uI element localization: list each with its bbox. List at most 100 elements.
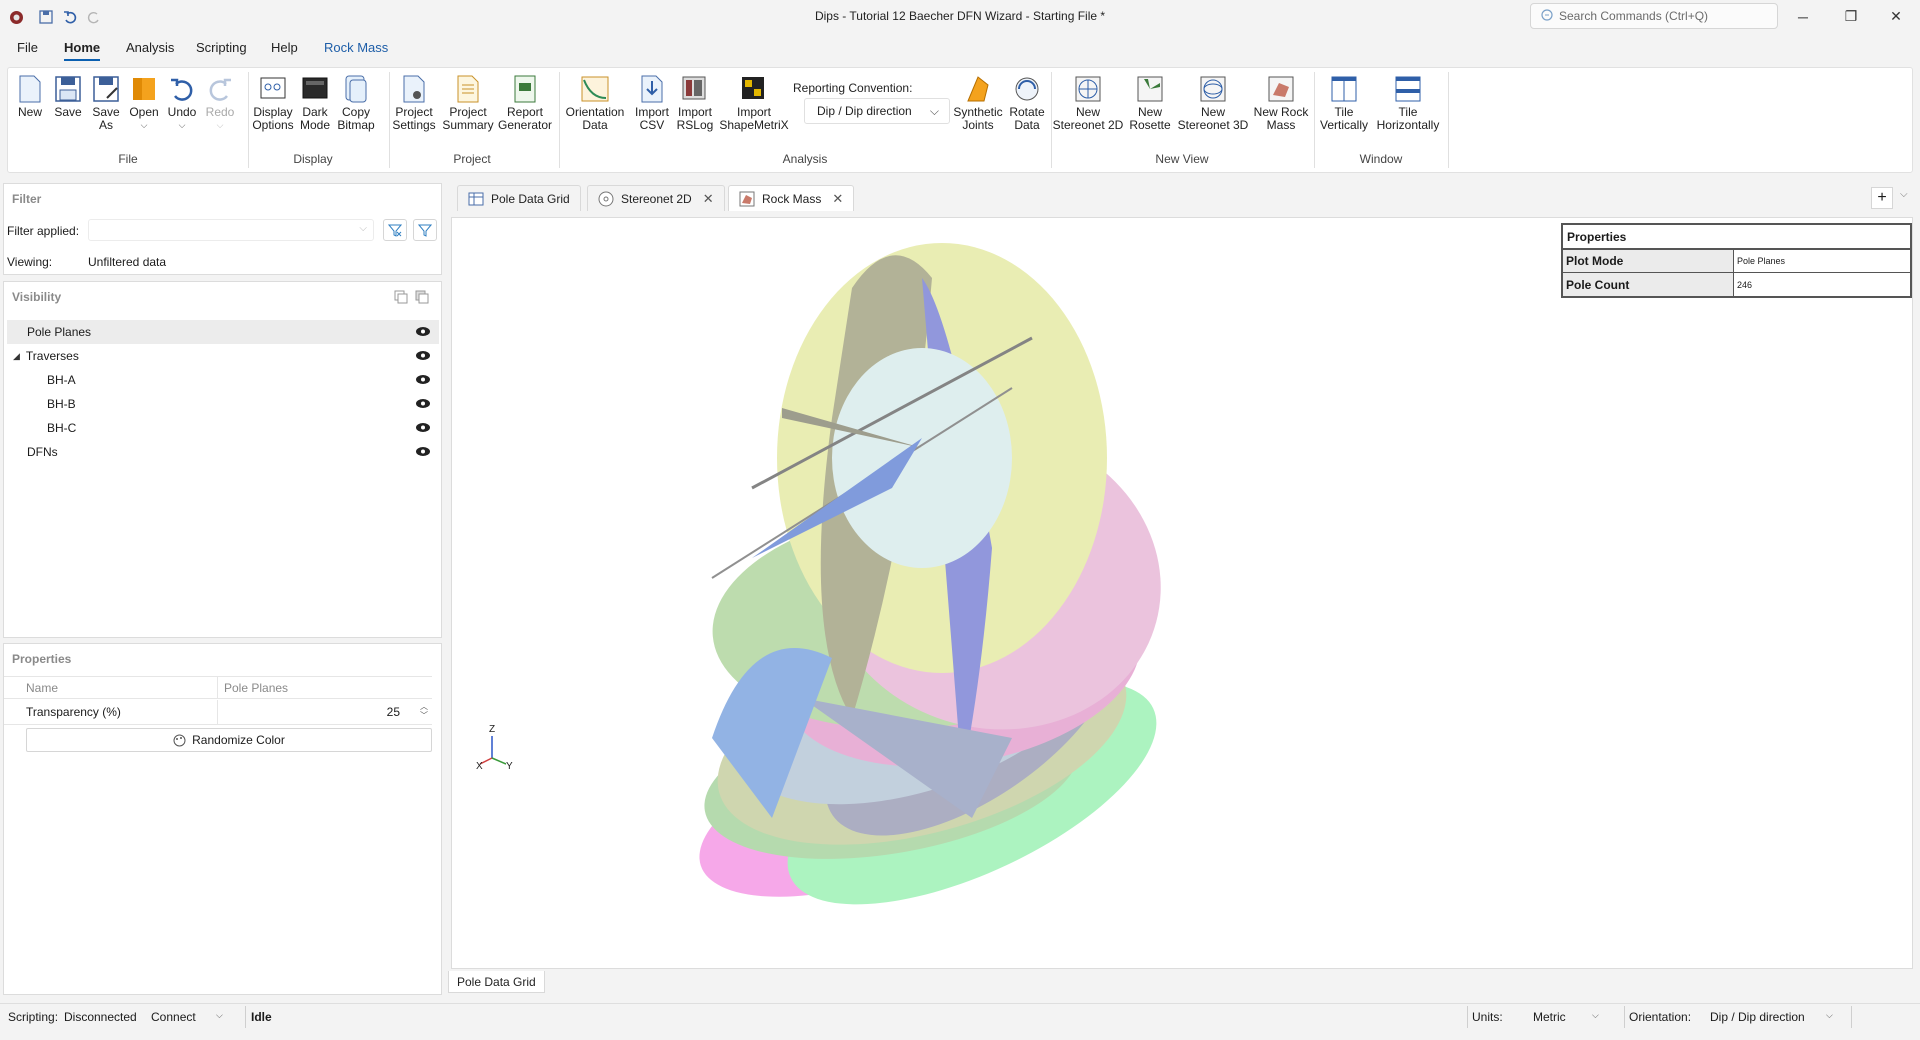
tree-expand-icon[interactable]: ◢ <box>13 351 20 362</box>
filter-clear-icon <box>388 224 402 237</box>
chevron-down-icon[interactable]: ⌵ <box>1900 189 1908 200</box>
restore-button[interactable]: ❐ <box>1828 0 1874 33</box>
reporting-convention-select[interactable]: Dip / Dip direction ⌵ <box>804 98 950 124</box>
menu-rock-mass[interactable]: Rock Mass <box>324 40 388 55</box>
randomize-color-button[interactable]: Randomize Color <box>26 728 432 752</box>
expand-all-icon[interactable] <box>394 290 408 304</box>
transparency-stepper[interactable]: 25 <box>218 700 432 724</box>
close-window-button[interactable]: ✕ <box>1873 0 1919 33</box>
import-csv-label: Import CSV <box>634 105 669 132</box>
new-button[interactable]: New <box>14 74 46 119</box>
tab-label: Stereonet 2D <box>621 191 692 206</box>
eye-icon[interactable] <box>415 326 431 337</box>
report-generator-button[interactable]: Report Generator <box>498 74 552 132</box>
new-stereonet-2d-button[interactable]: New Stereonet 2D <box>1053 74 1123 132</box>
open-button[interactable]: Open ⌵ <box>129 74 159 132</box>
close-tab-icon[interactable]: ✕ <box>832 191 843 207</box>
visibility-item-bh-c[interactable]: BH-C <box>7 416 439 440</box>
chevron-down-icon[interactable]: ⌵ <box>1826 1010 1833 1021</box>
rock-mass-3d-render <box>699 243 1161 905</box>
minimize-button[interactable]: ─ <box>1780 0 1826 33</box>
connect-button[interactable]: Connect <box>151 1010 196 1024</box>
bottom-tab-pole-data-grid[interactable]: Pole Data Grid <box>448 971 545 993</box>
save-as-label: Save As <box>92 105 120 132</box>
ribbon: New Save Save As Open ⌵ Undo ⌵ Redo ⌵ Fi… <box>7 67 1913 173</box>
visibility-item-bh-b[interactable]: BH-B <box>7 392 439 416</box>
display-options-button[interactable]: Display Options <box>252 74 294 132</box>
tree-item-label: BH-B <box>47 397 76 411</box>
eye-icon[interactable] <box>415 446 431 457</box>
tab-stereonet-2d[interactable]: Stereonet 2D ✕ <box>587 185 725 211</box>
rosette-icon <box>1135 74 1165 104</box>
orientation-data-button[interactable]: Orientation Data <box>563 74 627 132</box>
orientation-select[interactable]: Dip / Dip direction <box>1710 1010 1805 1024</box>
axis-label-z: Z <box>489 724 496 735</box>
eye-icon[interactable] <box>415 422 431 433</box>
dark-mode-icon <box>300 74 330 104</box>
menu-home[interactable]: Home <box>64 40 101 61</box>
eye-icon[interactable] <box>415 350 431 361</box>
tab-pole-data-grid[interactable]: Pole Data Grid <box>457 185 581 211</box>
add-tab-button[interactable]: + <box>1871 187 1893 209</box>
project-summary-button[interactable]: Project Summary <box>442 74 494 132</box>
close-tab-icon[interactable]: ✕ <box>703 191 714 207</box>
plot-mode-label: Plot Mode <box>1563 250 1734 272</box>
project-settings-button[interactable]: Project Settings <box>392 74 436 132</box>
transparency-label: Transparency (%) <box>4 700 218 724</box>
group-label-file: File <box>118 152 138 166</box>
collapse-all-icon[interactable] <box>415 290 429 304</box>
command-search-input[interactable]: Search Commands (Ctrl+Q) <box>1530 3 1778 29</box>
visibility-panel: Visibility Pole Planes ◢ Traverses BH-A … <box>3 281 442 638</box>
eye-icon[interactable] <box>415 398 431 409</box>
visibility-item-traverses[interactable]: ◢ Traverses <box>7 344 439 368</box>
rotate-data-button[interactable]: Rotate Data <box>1007 74 1047 132</box>
synthetic-joints-label: Synthetic Joints <box>953 105 1003 132</box>
visibility-item-bh-a[interactable]: BH-A <box>7 368 439 392</box>
edit-filter-button[interactable] <box>413 219 437 241</box>
save-label: Save <box>54 105 82 119</box>
new-rock-mass-button[interactable]: New Rock Mass <box>1253 74 1309 132</box>
redo-icon <box>205 74 235 104</box>
chevron-down-icon[interactable]: ⌵ <box>216 1010 223 1021</box>
clear-filter-button[interactable] <box>383 219 407 241</box>
visibility-item-dfns[interactable]: DFNs <box>7 440 439 464</box>
menu-scripting[interactable]: Scripting <box>196 40 247 55</box>
rock-mass-icon <box>1266 74 1296 104</box>
tile-vertically-label: Tile Vertically <box>1319 105 1369 132</box>
undo-button[interactable]: Undo ⌵ <box>167 74 197 132</box>
tile-horizontally-button[interactable]: Tile Horizontally <box>1374 74 1442 132</box>
redo-button[interactable]: Redo ⌵ <box>205 74 235 132</box>
tile-vertically-icon <box>1329 74 1359 104</box>
units-select[interactable]: Metric <box>1533 1010 1566 1024</box>
eye-icon[interactable] <box>415 374 431 385</box>
menu-analysis[interactable]: Analysis <box>126 40 174 55</box>
tile-horizontally-icon <box>1393 74 1423 104</box>
tree-item-label: Pole Planes <box>27 325 92 339</box>
new-rosette-button[interactable]: New Rosette <box>1126 74 1174 132</box>
group-label-display: Display <box>293 152 333 166</box>
synthetic-joints-button[interactable]: Synthetic Joints <box>952 74 1004 132</box>
stepper-arrows-icon[interactable]: ︿ ﹀ <box>420 702 428 720</box>
rock-mass-properties-title: Properties <box>1563 225 1910 250</box>
new-label: New <box>17 105 42 119</box>
save-button[interactable]: Save <box>53 74 83 119</box>
copy-bitmap-button[interactable]: Copy Bitmap <box>337 74 375 132</box>
menu-help[interactable]: Help <box>271 40 298 55</box>
import-rslog-button[interactable]: Import RSLog <box>675 74 715 132</box>
menu-file[interactable]: File <box>17 40 38 55</box>
group-label-new-view: New View <box>1155 152 1209 166</box>
title-bar: Dips - Tutorial 12 Baecher DFN Wizard - … <box>0 0 1920 33</box>
rock-mass-viewport[interactable]: Z X Y <box>451 217 1913 969</box>
new-stereonet-3d-button[interactable]: New Stereonet 3D <box>1178 74 1248 132</box>
save-as-button[interactable]: Save As <box>91 74 121 132</box>
import-rslog-icon <box>680 74 710 104</box>
filter-applied-select[interactable]: ⌵ <box>88 219 374 241</box>
dark-mode-button[interactable]: Dark Mode <box>298 74 332 132</box>
tab-rock-mass[interactable]: Rock Mass ✕ <box>728 185 855 211</box>
tile-vertically-button[interactable]: Tile Vertically <box>1318 74 1370 132</box>
import-shapemetrix-button[interactable]: Import ShapeMetriX <box>718 74 790 132</box>
visibility-item-pole-planes[interactable]: Pole Planes <box>7 320 439 344</box>
pole-count-label: Pole Count <box>1563 273 1734 296</box>
import-csv-button[interactable]: Import CSV <box>633 74 671 132</box>
chevron-down-icon[interactable]: ⌵ <box>1592 1010 1599 1021</box>
